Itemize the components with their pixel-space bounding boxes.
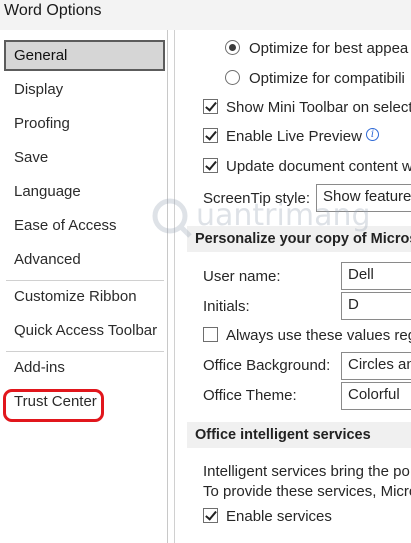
office-theme-select[interactable]: Colorful: [341, 382, 411, 410]
live-preview-checkbox[interactable]: Enable Live Preview i: [203, 128, 379, 145]
mini-toolbar-label: Show Mini Toolbar on select: [226, 99, 411, 116]
radio-icon[interactable]: [225, 70, 240, 85]
sidebar-item-save[interactable]: Save: [4, 142, 165, 173]
optimize-best-option[interactable]: Optimize for best appea: [225, 40, 408, 57]
enable-services-checkbox[interactable]: Enable services: [203, 508, 332, 525]
optimize-compat-label: Optimize for compatibili: [249, 70, 405, 87]
general-options-panel: Optimize for best appea Optimize for com…: [174, 30, 411, 543]
sidebar-item-language[interactable]: Language: [4, 176, 165, 207]
office-background-label: Office Background:: [203, 357, 331, 374]
info-icon[interactable]: i: [365, 128, 379, 141]
update-content-checkbox[interactable]: Update document content w: [203, 158, 411, 175]
intelligent-services-section-header: Office intelligent services: [187, 422, 411, 448]
sidebar-item-display[interactable]: Display: [4, 74, 165, 105]
personalize-section-header: Personalize your copy of Micros: [187, 226, 411, 252]
sidebar-item-proofing[interactable]: Proofing: [4, 108, 165, 139]
office-background-select[interactable]: Circles an: [341, 352, 411, 380]
office-theme-label: Office Theme:: [203, 387, 297, 404]
always-use-values-label: Always use these values rega: [226, 327, 411, 344]
intelligent-services-description-2: To provide these services, Micro: [203, 483, 411, 500]
intelligent-services-description: Intelligent services bring the po: [203, 463, 410, 480]
checkbox-checked-icon[interactable]: [203, 508, 218, 523]
sidebar-item-ease-of-access[interactable]: Ease of Access: [4, 210, 165, 241]
window-title: Word Options: [0, 0, 411, 30]
checkbox-checked-icon[interactable]: [203, 99, 218, 114]
options-sidebar: General Display Proofing Save Language E…: [0, 30, 168, 543]
radio-selected-icon[interactable]: [225, 40, 240, 55]
trust-center-highlight: [3, 389, 104, 422]
live-preview-label: Enable Live Preview: [226, 128, 362, 145]
sidebar-item-general[interactable]: General: [4, 40, 165, 71]
checkbox-icon[interactable]: [203, 327, 218, 342]
sidebar-item-add-ins[interactable]: Add-ins: [4, 352, 165, 383]
sidebar-item-advanced[interactable]: Advanced: [4, 244, 165, 275]
always-use-values-checkbox[interactable]: Always use these values rega: [203, 327, 411, 344]
screentip-label: ScreenTip style:: [203, 190, 310, 207]
username-label: User name:: [203, 268, 281, 285]
screentip-style-select[interactable]: Show feature: [316, 184, 411, 212]
optimize-compat-option[interactable]: Optimize for compatibili: [225, 70, 405, 87]
initials-input[interactable]: D: [341, 292, 411, 320]
username-input[interactable]: Dell: [341, 262, 411, 290]
sidebar-item-customize-ribbon[interactable]: Customize Ribbon: [4, 281, 165, 312]
checkbox-checked-icon[interactable]: [203, 128, 218, 143]
checkbox-checked-icon[interactable]: [203, 158, 218, 173]
update-content-label: Update document content w: [226, 158, 411, 175]
optimize-best-label: Optimize for best appea: [249, 40, 409, 57]
sidebar-item-quick-access-toolbar[interactable]: Quick Access Toolbar: [4, 315, 165, 346]
mini-toolbar-checkbox[interactable]: Show Mini Toolbar on select: [203, 99, 411, 116]
enable-services-label: Enable services: [226, 508, 332, 525]
initials-label: Initials:: [203, 298, 250, 315]
